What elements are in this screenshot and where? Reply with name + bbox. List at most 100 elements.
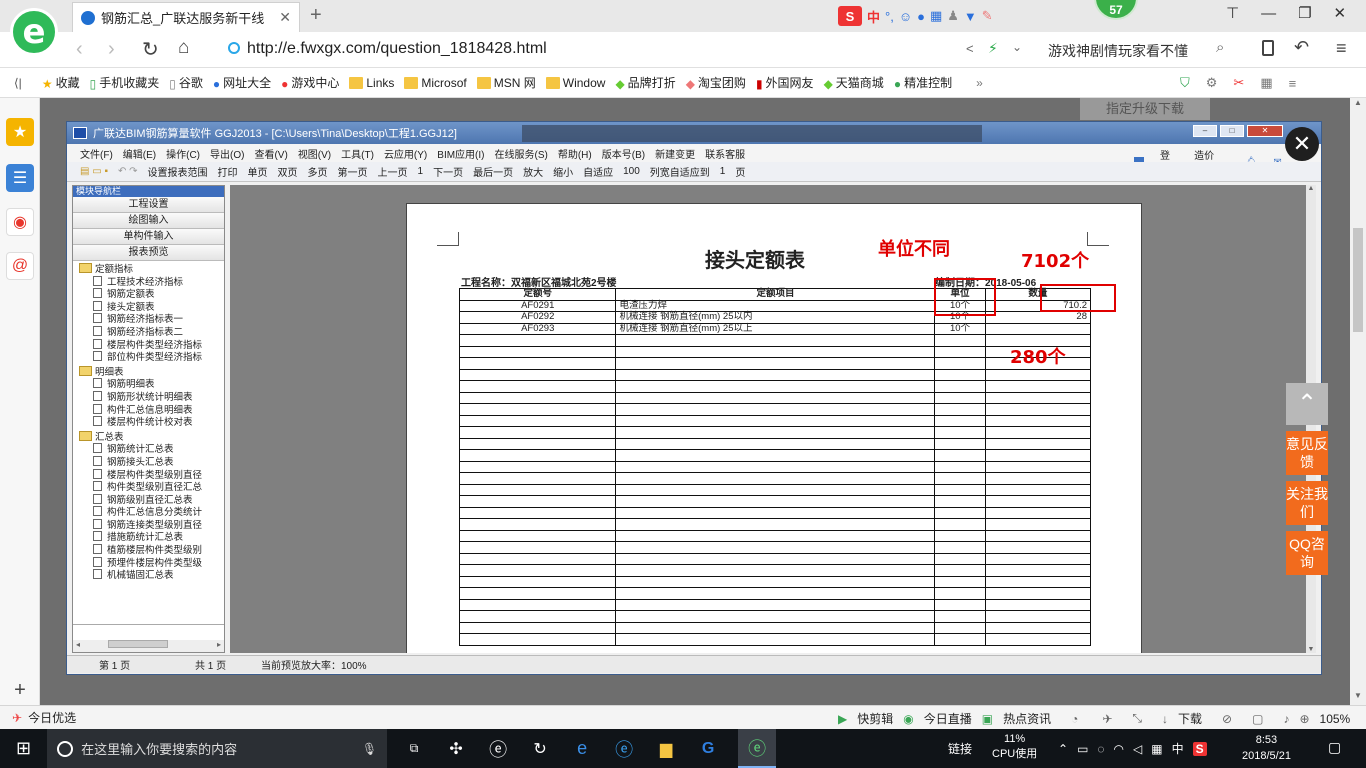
toolbar-file-icons[interactable]: ▤ ▭ ▪ [80,166,108,177]
news-link[interactable]: 热点资讯 [1003,710,1051,727]
app-menu-item[interactable]: 在线服务(S) [495,146,548,161]
home-icon[interactable]: ⌂ [178,37,189,59]
tray-keyboard-icon[interactable]: ▦ [1151,742,1162,756]
app-toolbar-item[interactable]: 自适应 [583,164,613,179]
mic-icon[interactable]: ● [917,9,925,24]
app-toolbar-item[interactable]: 下一页 [433,164,463,179]
video-clip-link[interactable]: 快剪辑 [857,710,893,727]
swirl-app-icon[interactable]: ↻ [528,739,552,759]
tree-item[interactable]: 钢筋级别直径汇总表 [79,494,224,507]
refresh-icon[interactable]: ↻ [142,37,159,62]
browser-tab[interactable]: 钢筋汇总_广联达服务新干线 ✕ [72,2,300,32]
tree-group[interactable]: 汇总表 [79,431,224,444]
app-toolbar-item[interactable]: 最后一页 [473,164,513,179]
tree-item[interactable]: 楼层构件类型经济指标 [79,339,224,352]
bookmark-item[interactable]: ● 游戏中心 [281,74,339,91]
pin-icon[interactable]: ⊤ [1226,4,1239,22]
app-toolbar-item[interactable]: 1 [720,166,726,177]
new-tab-icon[interactable]: + [310,4,322,27]
app-menu-item[interactable]: 联系客服 [705,146,745,161]
app-close-icon[interactable]: ✕ [1247,125,1283,137]
tab-close-icon[interactable]: ✕ [279,9,291,26]
tree-item[interactable]: 钢筋经济指标表一 [79,313,224,326]
follow-button[interactable]: 关注我们 [1286,481,1328,525]
skin-icon[interactable]: ▼ [964,9,977,24]
mic-taskbar-icon[interactable]: 🎙︎ [362,742,377,756]
app-toolbar-item[interactable]: 放大 [523,164,543,179]
tree-item[interactable]: 构件类型级别直径汇总 [79,481,224,494]
tree-item[interactable]: 预埋件楼层构件类型级 [79,557,224,570]
search-input[interactable]: 游戏神剧情玩家看不懂 [1048,41,1188,61]
tree-item[interactable]: 措施筋统计汇总表 [79,531,224,544]
feedback-button[interactable]: 意见反馈 [1286,431,1328,475]
clock[interactable]: 8:53 2018/5/21 [1242,732,1291,764]
tool-icon[interactable]: ✈ [1102,712,1112,726]
menu-icon[interactable]: ≡ [1336,38,1347,59]
app-toolbar-item[interactable]: 单页 [248,164,268,179]
ime-cn-icon[interactable]: 中 [867,7,880,26]
ime-punct-icon[interactable]: °, [885,9,894,24]
favorites-star-icon[interactable]: ★ [6,118,34,146]
bookmark-item[interactable]: ◆ 品牌打折 [615,74,675,91]
bookmark-item[interactable]: ★ 收藏 [42,74,80,91]
explorer-app-icon[interactable]: ▆ [654,739,678,759]
browser-logo-icon[interactable]: e [10,8,58,56]
toolbar-undo-icons[interactable]: ↶ ↷ [118,166,138,177]
shield-icon[interactable]: ⛉ [1180,75,1190,91]
app-toolbar-item[interactable]: 打印 [218,164,238,179]
shrink-icon[interactable]: ⤡ [1132,711,1142,726]
app-menu-item[interactable]: 工具(T) [341,146,374,161]
weibo-icon[interactable]: ◉ [6,208,34,236]
smile-icon[interactable]: ☺ [899,9,912,24]
taskbar-search-input[interactable]: 在这里输入你要搜索的内容 [81,739,362,758]
undo-icon[interactable]: ↶ [1294,37,1309,58]
bookmark-item[interactable]: MSN 网 [476,74,536,91]
tree-item[interactable]: 钢筋形状统计明细表 [79,391,224,404]
app-toolbar-item[interactable]: 1 [418,166,424,177]
app-toolbar-item[interactable]: 100 [623,166,640,177]
bookmark-item[interactable]: Links [349,76,394,90]
tree-item[interactable]: 构件汇总信息明细表 [79,404,224,417]
share-icon[interactable]: < [966,41,974,56]
speed-icon[interactable]: ◔ [1071,712,1078,726]
tray-ime[interactable]: 中 [1172,740,1184,757]
download-link[interactable]: 下载 [1178,710,1202,727]
app-menu-item[interactable]: 编辑(E) [123,146,156,161]
more-bookmarks-icon[interactable]: » [976,76,983,90]
daily-pick-link[interactable]: 今日优选 [28,709,76,726]
tree-group[interactable]: 明细表 [79,366,224,379]
scissors-icon[interactable]: ✂ [1233,75,1244,91]
app-menu-item[interactable]: BIM应用(I) [437,146,484,161]
minimize-icon[interactable]: — [1261,5,1276,22]
dropdown-icon[interactable]: ⌄ [1012,40,1022,54]
tree-item[interactable]: 楼层构件统计校对表 [79,416,224,429]
bookmark-item[interactable]: ▮ 外国网友 [756,74,814,91]
nav-button[interactable]: 报表预览 [73,245,224,261]
tray-link[interactable]: 链接 [948,740,972,757]
taskbar-search-box[interactable]: 在这里输入你要搜索的内容 🎙︎ [47,729,388,768]
tray-volume-icon[interactable]: ◁ [1133,742,1142,756]
tray-network-icon[interactable]: ◌ [1097,742,1104,756]
tree-item[interactable]: 部位构件类型经济指标 [79,351,224,364]
active-browser-icon[interactable]: ⓔ [738,729,777,768]
nav-button[interactable]: 工程设置 [73,197,224,213]
app-toolbar-item[interactable]: 设置报表范围 [148,164,208,179]
app-toolbar-item[interactable]: 列宽自适应到 [650,164,710,179]
tree-item[interactable]: 接头定额表 [79,301,224,314]
mobile-icon[interactable] [1262,40,1274,56]
app-toolbar-item[interactable]: 双页 [278,164,298,179]
notification-badge[interactable]: 57 [1094,0,1138,20]
tree-item[interactable]: 构件汇总信息分类统计 [79,506,224,519]
tree-item[interactable]: 工程技术经济指标 [79,276,224,289]
bookmark-item[interactable]: ▯ 手机收藏夹 [90,74,160,91]
close-window-icon[interactable]: ✕ [1334,4,1347,22]
browser-app-icon[interactable]: ⓔ [486,736,510,762]
app-menu-item[interactable]: 操作(C) [166,146,200,161]
nav-button[interactable]: 单构件输入 [73,229,224,245]
app-menu-item[interactable]: 版本号(B) [602,146,645,161]
close-preview-button[interactable]: ✕ [1285,127,1319,161]
glodon-app-icon[interactable]: G [696,740,720,758]
restore-icon[interactable]: ❐ [1298,4,1311,22]
qq-consult-button[interactable]: QQ咨询 [1286,531,1328,575]
tray-sogou-icon[interactable]: S [1192,741,1207,756]
